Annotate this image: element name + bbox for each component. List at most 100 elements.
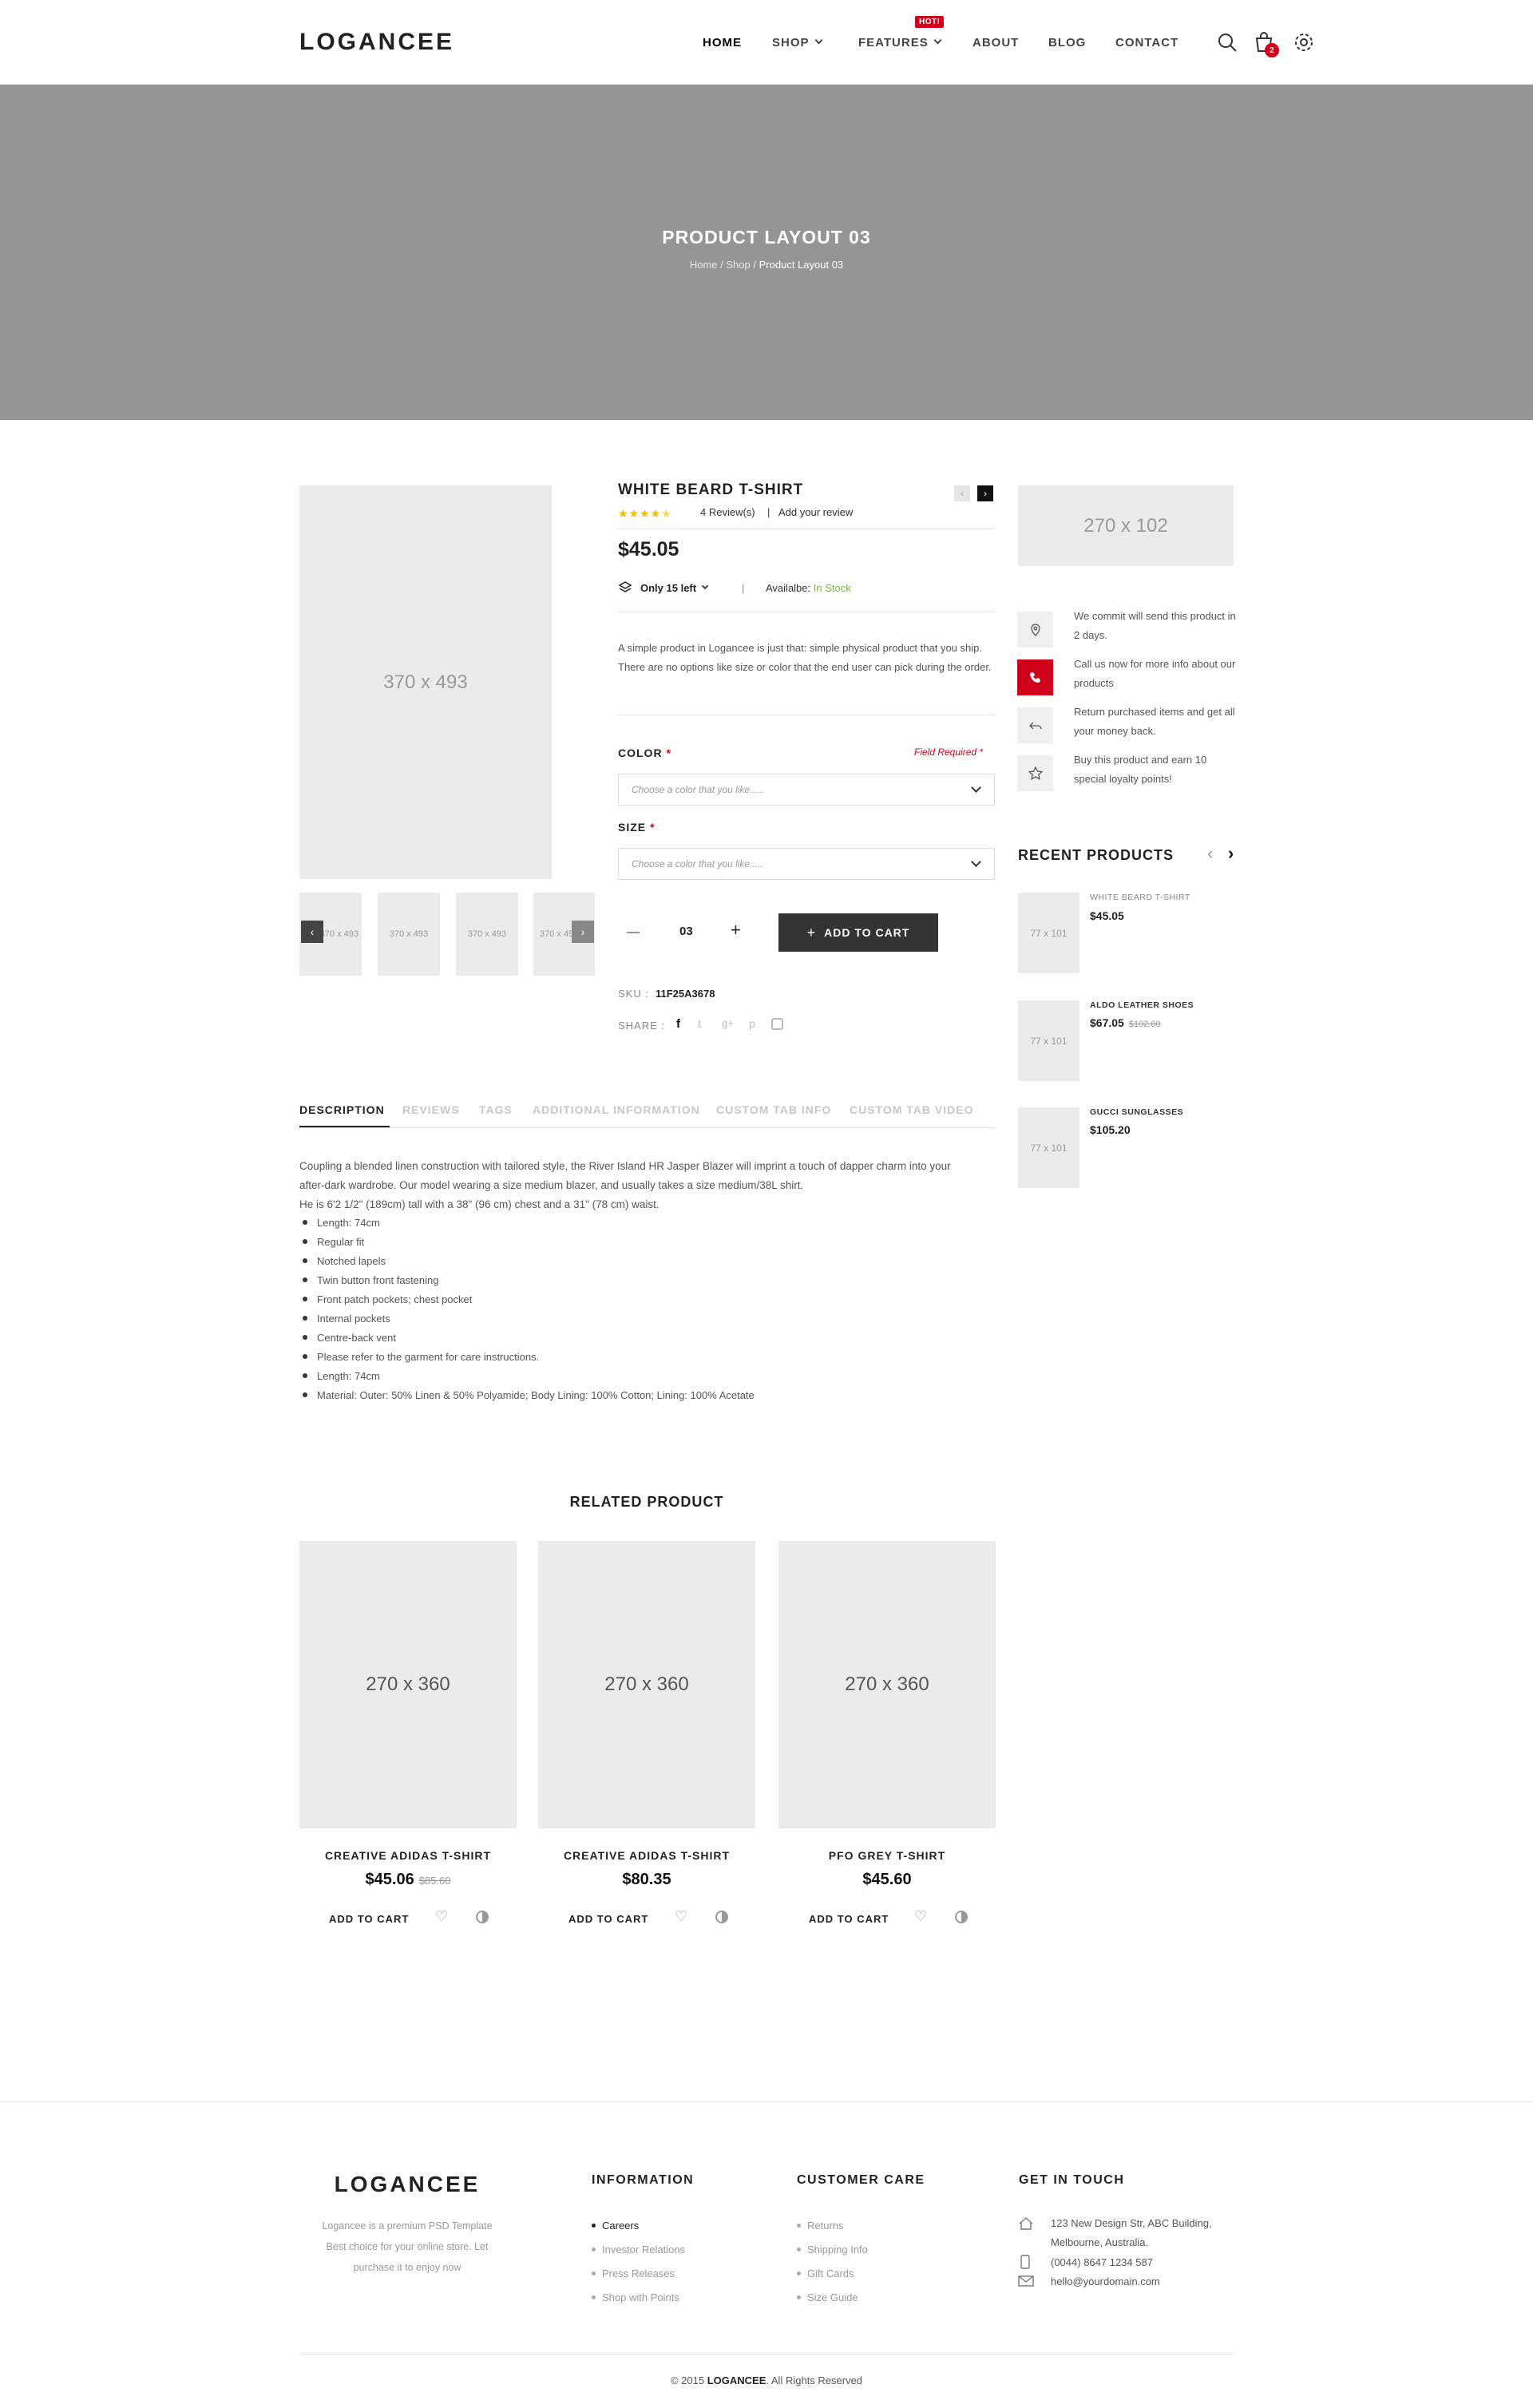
related-add-to-cart[interactable]: ADD TO CART xyxy=(568,1913,648,1925)
heart-icon[interactable]: ♡ xyxy=(435,1908,448,1925)
stock-dropdown[interactable]: Only 15 left xyxy=(640,582,709,594)
chevron-down-icon xyxy=(933,36,942,45)
thumb-prev-button[interactable]: ‹ xyxy=(301,921,323,943)
list-item: Internal pockets xyxy=(303,1313,390,1325)
star-icon xyxy=(1028,765,1043,780)
page-banner xyxy=(0,85,1533,420)
recent-next-button[interactable]: › xyxy=(1228,843,1234,864)
recent-product-image[interactable]: 77 x 101 xyxy=(1018,1107,1079,1188)
list-item: Please refer to the garment for care ins… xyxy=(303,1351,539,1363)
heart-icon[interactable]: ♡ xyxy=(675,1908,687,1925)
tab-tags[interactable]: TAGS xyxy=(479,1103,513,1116)
nav-features[interactable]: FEATURES xyxy=(858,36,942,50)
add-review-link[interactable]: Add your review xyxy=(778,506,853,518)
list-item: Front patch pockets; chest pocket xyxy=(303,1293,472,1305)
compare-icon[interactable] xyxy=(715,1911,728,1923)
footer-link[interactable]: Press Releases xyxy=(592,2267,675,2279)
related-product-name[interactable]: PFO GREY T-SHIRT xyxy=(778,1849,996,1862)
related-title: RELATED PRODUCT xyxy=(569,1494,724,1510)
footer-info-title: INFORMATION xyxy=(592,2173,695,2187)
review-count[interactable]: 4 Review(s) xyxy=(700,506,755,518)
tab-custom-info[interactable]: CUSTOM TAB INFO xyxy=(716,1103,831,1116)
related-product-name[interactable]: CREATIVE ADIDAS T-SHIRT xyxy=(538,1849,755,1862)
instagram-icon[interactable] xyxy=(771,1018,783,1030)
product-thumb[interactable]: 370 x 493 xyxy=(456,893,518,976)
breadcrumb-sep: / xyxy=(720,259,723,271)
copyright-pre: © 2015 xyxy=(670,2374,705,2386)
footer-link[interactable]: Careers xyxy=(592,2220,639,2232)
recent-product-image[interactable]: 77 x 101 xyxy=(1018,1000,1079,1081)
recent-product-name[interactable]: ALDO LEATHER SHOES xyxy=(1090,1000,1194,1010)
footer-link[interactable]: Investor Relations xyxy=(592,2244,685,2256)
compare-icon[interactable] xyxy=(955,1911,968,1923)
size-select-placeholder: Choose a color that you like..... xyxy=(632,858,763,869)
footer-link[interactable]: Shipping Info xyxy=(797,2244,868,2256)
related-product-image[interactable]: 270 x 360 xyxy=(299,1541,517,1828)
related-add-to-cart[interactable]: ADD TO CART xyxy=(809,1913,889,1925)
nav-about[interactable]: ABOUT xyxy=(972,36,1019,50)
availability-label: Availalbe: xyxy=(766,582,811,594)
search-icon[interactable] xyxy=(1215,30,1239,54)
tab-description[interactable]: DESCRIPTION xyxy=(299,1103,385,1116)
site-header: LOGANCEE HOME SHOP FEATURES HOT! ABOUT B… xyxy=(0,0,1533,85)
recent-prev-button[interactable]: ‹ xyxy=(1207,843,1213,864)
recent-product-image[interactable]: 77 x 101 xyxy=(1018,893,1079,973)
tab-custom-video[interactable]: CUSTOM TAB VIDEO xyxy=(850,1103,974,1116)
google-plus-icon[interactable]: g+ xyxy=(722,1017,734,1029)
breadcrumb-shop[interactable]: Shop xyxy=(726,259,750,271)
nav-contact[interactable]: CONTACT xyxy=(1115,36,1178,50)
nav-shop[interactable]: SHOP xyxy=(772,36,822,50)
gear-icon[interactable] xyxy=(1292,30,1316,54)
footer-link[interactable]: Shop with Points xyxy=(592,2291,679,2303)
product-thumb[interactable]: 370 x 493 xyxy=(378,893,440,976)
chevron-down-icon xyxy=(701,582,709,590)
color-select[interactable]: Choose a color that you like..... xyxy=(618,774,995,806)
next-product-button[interactable]: › xyxy=(977,485,993,501)
related-product-name[interactable]: CREATIVE ADIDAS T-SHIRT xyxy=(299,1849,517,1862)
qty-value[interactable]: 03 xyxy=(679,925,693,938)
qty-decrease-button[interactable] xyxy=(627,932,640,933)
pinterest-icon[interactable]: p xyxy=(749,1017,755,1030)
sidebar-banner[interactable]: 270 x 102 xyxy=(1018,485,1234,566)
related-product-image[interactable]: 270 x 360 xyxy=(778,1541,996,1828)
nav-blog[interactable]: BLOG xyxy=(1048,36,1086,50)
qty-increase-button[interactable]: + xyxy=(731,920,741,941)
site-logo[interactable]: LOGANCEE xyxy=(299,29,454,56)
twitter-icon[interactable]: t xyxy=(698,1017,701,1030)
breadcrumb: Home / Shop / Product Layout 03 xyxy=(0,259,1533,271)
service-text: Call us now for more info about our prod… xyxy=(1074,658,1236,689)
breadcrumb-sep: / xyxy=(753,259,757,271)
description-para: He is 6'2 1/2" (189cm) tall with a 38" (… xyxy=(299,1198,660,1210)
tab-reviews[interactable]: REVIEWS xyxy=(402,1103,460,1116)
size-select[interactable]: Choose a color that you like..... xyxy=(618,848,995,880)
footer-link[interactable]: Size Guide xyxy=(797,2291,858,2303)
field-required-note: Field Required * xyxy=(914,747,984,758)
footer-logo[interactable]: LOGANCEE xyxy=(299,2172,515,2197)
add-to-cart-button[interactable]: + ADD TO CART xyxy=(778,913,938,952)
related-product-image[interactable]: 270 x 360 xyxy=(538,1541,755,1828)
tab-additional-information[interactable]: ADDITIONAL INFORMATION xyxy=(533,1103,700,1116)
facebook-icon[interactable]: f xyxy=(676,1017,680,1031)
related-add-to-cart[interactable]: ADD TO CART xyxy=(329,1913,409,1925)
recent-product-name[interactable]: WHITE BEARD T-SHIRT xyxy=(1090,893,1190,902)
plus-icon: + xyxy=(806,924,817,941)
recent-product-price: $45.05 xyxy=(1090,909,1124,922)
product-main-image[interactable]: 370 x 493 xyxy=(299,485,552,879)
breadcrumb-home[interactable]: Home xyxy=(690,259,718,271)
prev-product-button[interactable]: ‹ xyxy=(954,485,970,501)
nav-home[interactable]: HOME xyxy=(703,36,742,50)
recent-product-name[interactable]: GUCCI SUNGLASSES xyxy=(1090,1107,1183,1117)
footer-phone: (0044) 8647 1234 587 xyxy=(1051,2256,1153,2268)
compare-icon[interactable] xyxy=(476,1911,489,1923)
footer-email[interactable]: hello@yourdomain.com xyxy=(1051,2272,1160,2291)
footer-care-title: CUSTOMER CARE xyxy=(797,2173,925,2187)
service-loyalty xyxy=(1017,755,1053,791)
footer-link[interactable]: Gift Cards xyxy=(797,2267,854,2279)
product-title: WHITE BEARD T-SHIRT xyxy=(618,481,804,498)
footer-touch-title: GET IN TOUCH xyxy=(1019,2173,1125,2187)
list-item: Centre-back vent xyxy=(303,1332,396,1344)
thumb-next-button[interactable]: › xyxy=(572,921,594,943)
related-product-price: $45.06 xyxy=(365,1871,414,1888)
heart-icon[interactable]: ♡ xyxy=(914,1908,927,1925)
footer-link[interactable]: Returns xyxy=(797,2220,844,2232)
